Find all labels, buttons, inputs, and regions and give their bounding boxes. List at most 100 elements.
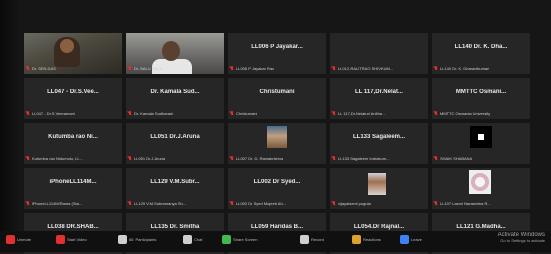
smiley-icon <box>352 235 361 244</box>
participant-display-name: LL002 Dr Syed... <box>253 179 301 185</box>
participant-tile[interactable]: Kutumba rao Ni... Kutumba rao Nidumolu, L… <box>24 123 122 164</box>
participant-label: LL006 P Jayakar Rao <box>236 66 275 71</box>
meeting-toolbar: Unmute Start Video 66 Participants Chat S… <box>0 231 551 252</box>
mic-muted-icon <box>332 201 336 206</box>
participant-name-bar: Kutumba rao Nidumolu, LL... <box>26 155 120 162</box>
gallery-grid: Dr. SEN DAS Dr. BALU RAI K LL006 P Jayakar… <box>24 33 532 254</box>
participant-tile[interactable]: SHAIK SHABANA <box>432 123 530 164</box>
mic-muted-icon <box>26 201 30 206</box>
participant-tile[interactable]: LL006 P Jayakar... LL006 P Jayakar Rao <box>228 33 326 74</box>
mic-muted-icon <box>26 156 30 161</box>
mic-muted-icon <box>230 201 234 206</box>
participant-label: Kutumba rao Nidumolu, LL... <box>32 156 83 161</box>
participant-display-name: Kutumba rao Ni... <box>48 134 98 140</box>
mute-button[interactable]: Unmute <box>6 235 31 244</box>
mic-muted-icon <box>230 111 234 116</box>
participant-name-bar: Dr. SEN DAS <box>26 65 120 72</box>
participant-label: LL 117,Dr.Nelaturi Anitha ... <box>338 111 387 116</box>
profile-picture <box>267 126 287 148</box>
participant-tile[interactable]: Dr. SEN DAS <box>24 33 122 74</box>
chat-icon <box>183 235 192 244</box>
leave-button[interactable]: Leave <box>400 235 422 244</box>
participant-name-bar: LL047 - Dr.S.Veeramani <box>26 110 120 117</box>
participant-name-bar: LL012-RALITRAO SHIVKUM... <box>332 65 426 72</box>
participant-tile[interactable]: LL 117,Dr.Nelat... LL 117,Dr.Nelaturi Ani… <box>330 78 428 119</box>
participant-tile[interactable]: LL140 Dr. K. Dha... LL140 Dr. K. Dharanik… <box>432 33 530 74</box>
mic-muted-icon <box>6 235 15 244</box>
participant-name-bar: Christumani <box>230 110 324 117</box>
share-screen-button[interactable]: Share Screen <box>222 235 257 244</box>
participant-label: vijayalaxmi pogula <box>338 201 371 206</box>
participant-label: LL047 - Dr.S.Veeramani <box>32 111 75 116</box>
participant-display-name: Christumani <box>259 89 295 95</box>
participant-name-bar: LL133 Sagaleem Indrakum... <box>332 155 426 162</box>
participant-display-name: LL006 P Jayakar... <box>251 44 303 50</box>
leave-icon <box>400 235 409 244</box>
participant-display-name: LL054.Dr Rajnal... <box>353 224 405 230</box>
participant-display-name: MMTTC Osmani... <box>455 89 507 95</box>
participant-label: SHAIK SHABANA <box>440 156 473 161</box>
participant-tile[interactable]: LL012-RALITRAO SHIVKUM... <box>330 33 428 74</box>
participant-name-bar: vijayalaxmi pogula <box>332 200 426 207</box>
participant-label: LL129 V.M.Subramanya Sh... <box>134 201 187 206</box>
participant-label: MMTTC Osmania University <box>440 111 491 116</box>
participant-display-name: LL059 Haridas B... <box>250 224 304 230</box>
mic-muted-icon <box>434 156 438 161</box>
participant-tile[interactable]: Christumani Christumani <box>228 78 326 119</box>
meeting-window: Dr. SEN DAS Dr. BALU RAI K LL006 P Jayakar… <box>0 0 551 254</box>
left-edge-shadow <box>0 0 20 232</box>
participant-tile[interactable]: iPhoneLL114M... iPhoneLL114M/Rama (Sta... <box>24 168 122 209</box>
mic-muted-icon <box>26 66 30 71</box>
participant-tile[interactable]: vijayalaxmi pogula <box>330 168 428 209</box>
participant-display-name: LL129 V.M.Subr... <box>150 179 200 185</box>
mic-muted-icon <box>434 111 438 116</box>
participant-display-name: Dr. Kamala Sud... <box>150 89 200 95</box>
participant-display-name: iPhoneLL114M... <box>49 179 97 185</box>
person-face <box>162 41 180 61</box>
participants-icon <box>118 235 127 244</box>
participant-name-bar: LL107 Laxmi Narasimha R... <box>434 200 528 207</box>
share-screen-icon <box>222 235 231 244</box>
video-button[interactable]: Start Video <box>56 235 87 244</box>
participant-tile[interactable]: LL051 Dr.J.Aruna LL051 Dr.J.Aruna <box>126 123 224 164</box>
participant-display-name: LL038 DR.SHAB... <box>47 224 99 230</box>
participant-display-name: LL047 - Dr.S.Vee... <box>47 89 99 95</box>
participant-display-name: LL140 Dr. K. Dha... <box>454 44 508 50</box>
participant-name-bar: LL140 Dr. K. Dharanikumari <box>434 65 528 72</box>
mic-muted-icon <box>128 156 132 161</box>
participant-tile[interactable]: MMTTC Osmani... MMTTC Osmania University <box>432 78 530 119</box>
chat-button[interactable]: Chat <box>183 235 202 244</box>
participant-name-bar: Dr. BALU RAI K <box>128 65 222 72</box>
profile-picture <box>368 173 386 195</box>
mic-muted-icon <box>332 66 336 71</box>
participant-label: Christumani <box>236 111 258 116</box>
participants-button[interactable]: 66 Participants <box>118 235 156 244</box>
participant-display-name: LL135 Dr. Smitha <box>150 224 200 230</box>
participant-label: LL051 Dr.J.Aruna <box>134 156 166 161</box>
participant-name-bar: SHAIK SHABANA <box>434 155 528 162</box>
participant-name-bar: LL051 Dr.J.Aruna <box>128 155 222 162</box>
participant-tile[interactable]: LL007 Dr. D. Ramakrishna <box>228 123 326 164</box>
participant-label: LL007 Dr. D. Ramakrishna <box>236 156 284 161</box>
mic-muted-icon <box>128 201 132 206</box>
mic-muted-icon <box>230 156 234 161</box>
record-button[interactable]: Record <box>300 235 324 244</box>
participant-label: Dr. BALU RAI K <box>134 66 163 71</box>
participant-label: LL002 Dr Syed Mujeeb Ah... <box>236 201 287 206</box>
profile-picture <box>470 126 492 148</box>
participant-tile[interactable]: LL107 Laxmi Narasimha R... <box>432 168 530 209</box>
participant-tile[interactable]: Dr. BALU RAI K <box>126 33 224 74</box>
participant-tile[interactable]: LL133 Sagaleem... LL133 Sagaleem Indrakum… <box>330 123 428 164</box>
participant-tile[interactable]: LL002 Dr Syed... LL002 Dr Syed Mujeeb Ah.… <box>228 168 326 209</box>
participant-label: Dr. Kamala Sudharani <box>134 111 174 116</box>
participant-name-bar: MMTTC Osmania University <box>434 110 528 117</box>
participant-tile[interactable]: Dr. Kamala Sud... Dr. Kamala Sudharani <box>126 78 224 119</box>
participant-name-bar: LL129 V.M.Subramanya Sh... <box>128 200 222 207</box>
participant-label: LL012-RALITRAO SHIVKUM... <box>338 66 394 71</box>
reactions-button[interactable]: Reactions <box>352 235 381 244</box>
profile-picture <box>469 170 491 194</box>
camera-off-icon <box>56 235 65 244</box>
participant-tile[interactable]: LL129 V.M.Subr... LL129 V.M.Subramanya Sh… <box>126 168 224 209</box>
participant-tile[interactable]: LL047 - Dr.S.Vee... LL047 - Dr.S.Veeraman… <box>24 78 122 119</box>
mic-muted-icon <box>128 66 132 71</box>
